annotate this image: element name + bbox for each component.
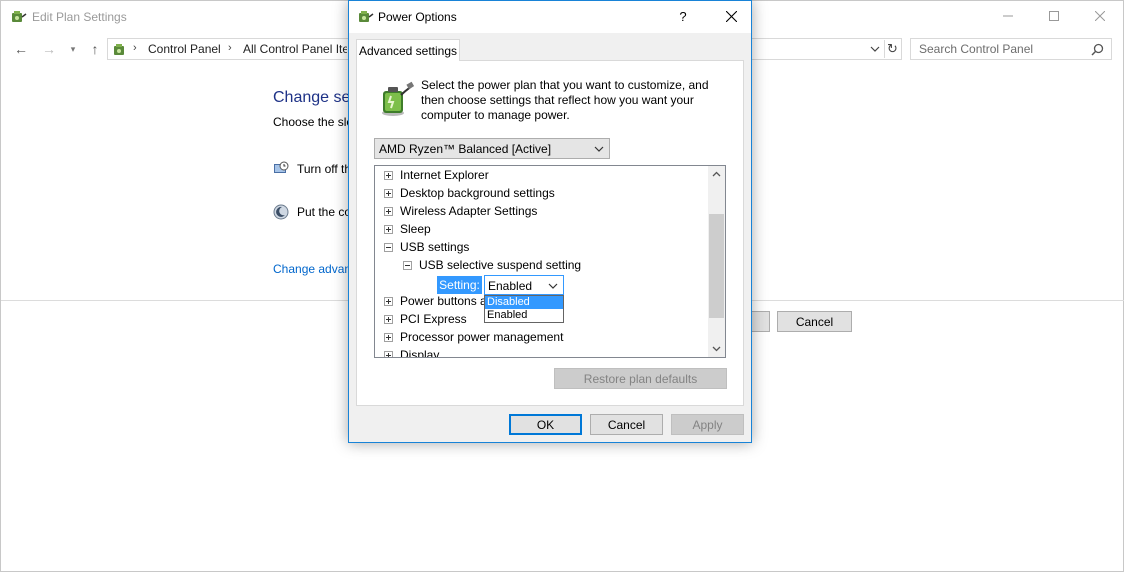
scroll-up-button[interactable] [708, 166, 725, 183]
monitor-clock-icon [274, 161, 289, 173]
dialog-close-button[interactable] [711, 1, 751, 32]
tree-item-label: Sleep [400, 222, 431, 236]
minimize-button[interactable] [985, 1, 1031, 31]
dialog-title: Power Options [378, 10, 457, 24]
tree-scrollbar[interactable] [708, 166, 725, 357]
arrow-right-icon: → [42, 41, 56, 57]
tree-item-label: Power buttons a [400, 294, 487, 308]
tree-item-label: Wireless Adapter Settings [400, 204, 538, 218]
sleep-label: Put the com [297, 205, 349, 219]
tree-item-label: USB settings [400, 240, 470, 254]
maximize-icon [1049, 11, 1059, 21]
forward-button[interactable]: → [39, 39, 59, 59]
advanced-settings-panel: Select the power plan that you want to c… [356, 60, 744, 406]
power-plan-icon [12, 11, 27, 22]
apply-button[interactable]: Apply [671, 414, 744, 435]
setting-value: Enabled [488, 279, 533, 293]
refresh-icon: ↻ [887, 41, 898, 56]
power-plan-select[interactable]: AMD Ryzen™ Balanced [Active] [374, 138, 610, 159]
close-icon [1095, 11, 1105, 21]
collapse-minus-icon[interactable] [384, 243, 393, 252]
close-window-button[interactable] [1077, 1, 1123, 31]
tree-item-label: Processor power management [400, 330, 564, 344]
arrow-left-icon: ← [14, 41, 28, 57]
chevron-down-icon [712, 346, 721, 352]
change-advanced-link[interactable]: Change advanced [273, 262, 351, 276]
power-plan-value: AMD Ryzen™ Balanced [Active] [379, 142, 552, 156]
tab-advanced-settings[interactable]: Advanced settings [356, 39, 460, 61]
setting-label: Setting: [437, 276, 482, 294]
scroll-thumb[interactable] [709, 214, 724, 318]
chevron-right-icon: › [228, 42, 232, 54]
expand-plus-icon[interactable] [384, 333, 393, 342]
up-button[interactable]: ↑ [85, 39, 105, 59]
tree-item-label: Internet Explorer [400, 168, 489, 182]
power-options-icon [359, 11, 374, 22]
setting-value-select[interactable]: Enabled [484, 275, 564, 295]
expand-plus-icon[interactable] [384, 315, 393, 324]
breadcrumb-control-panel[interactable]: Control Panel [148, 42, 221, 56]
minimize-icon [1003, 15, 1013, 17]
search-placeholder: Search Control Panel [919, 42, 1034, 56]
chevron-down-icon [594, 146, 604, 152]
expand-plus-icon[interactable] [384, 351, 393, 357]
help-icon: ? [679, 9, 687, 24]
control-panel-icon [114, 44, 124, 55]
window-title: Edit Plan Settings [32, 10, 127, 24]
breadcrumb-all-items[interactable]: All Control Panel Ite [243, 42, 347, 56]
chevron-down-icon [548, 283, 558, 289]
collapse-minus-icon[interactable] [403, 261, 412, 270]
tree-item-label: Desktop background settings [400, 186, 555, 200]
expand-plus-icon[interactable] [384, 207, 393, 216]
search-icon [1091, 43, 1104, 56]
dialog-titlebar: Power Options ? [349, 1, 751, 33]
scroll-down-button[interactable] [708, 340, 725, 357]
chevron-down-icon: ▾ [70, 43, 76, 54]
address-dropdown-icon[interactable] [868, 42, 882, 56]
close-icon [725, 11, 737, 22]
battery-plug-icon [382, 81, 415, 116]
page-title: Change setti [273, 89, 351, 106]
maximize-button[interactable] [1031, 1, 1077, 31]
page-subtitle: Choose the sleep [273, 115, 351, 129]
help-button[interactable]: ? [665, 1, 701, 32]
tree-item-label: USB selective suspend setting [419, 258, 582, 272]
tree-item-label: PCI Express [400, 312, 467, 326]
refresh-button[interactable]: ↻ [884, 40, 900, 58]
recent-locations-button[interactable]: ▾ [63, 39, 83, 59]
power-options-dialog: Power Options ? Advanced settings Select… [348, 0, 752, 443]
expand-plus-icon[interactable] [384, 189, 393, 198]
option-enabled[interactable]: Enabled [485, 309, 563, 322]
cancel-button[interactable]: Cancel [590, 414, 663, 435]
setting-dropdown-list: Disabled Enabled [484, 295, 564, 323]
restore-plan-defaults-button[interactable]: Restore plan defaults [554, 368, 727, 389]
intro-text: Select the power plan that you want to c… [421, 78, 709, 122]
chevron-up-icon [712, 171, 721, 177]
save-changes-button[interactable] [751, 311, 770, 332]
back-button[interactable]: ← [11, 39, 31, 59]
bg-cancel-button[interactable]: Cancel [777, 311, 852, 332]
ok-button[interactable]: OK [509, 414, 582, 435]
search-input[interactable]: Search Control Panel [910, 38, 1112, 60]
tree-item-label: Display [400, 348, 440, 358]
expand-plus-icon[interactable] [384, 171, 393, 180]
option-disabled[interactable]: Disabled [485, 296, 563, 309]
arrow-up-icon: ↑ [91, 41, 99, 57]
chevron-right-icon: › [133, 42, 137, 54]
sleep-moon-icon [273, 204, 289, 220]
expand-plus-icon[interactable] [384, 225, 393, 234]
display-off-label: Turn off the [297, 162, 349, 176]
settings-tree[interactable]: Internet Explorer Desktop background set… [374, 165, 726, 358]
expand-plus-icon[interactable] [384, 297, 393, 306]
